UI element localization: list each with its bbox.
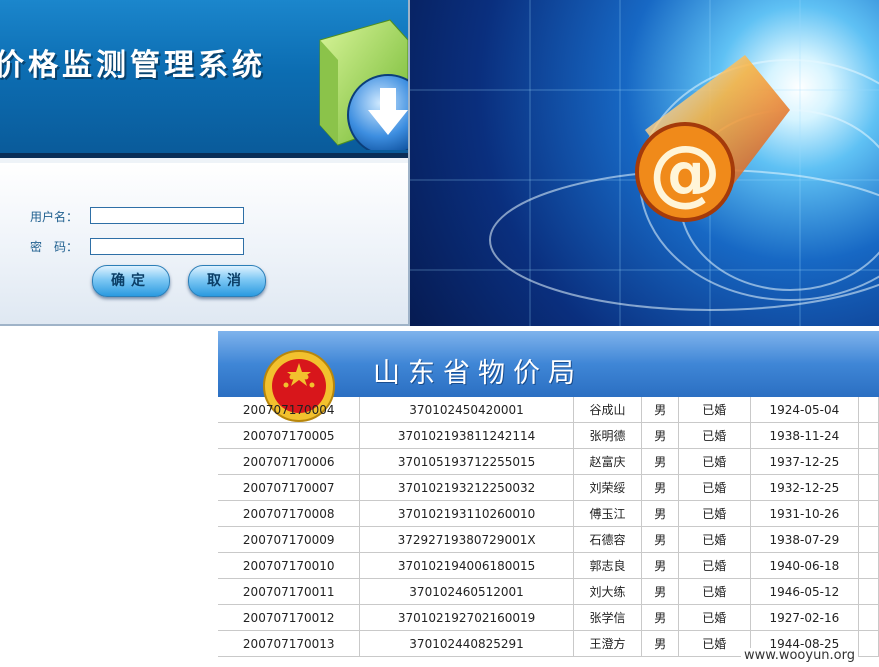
marital-status-cell: 已婚 [678, 578, 751, 605]
id-number-cell: 370102193811242114 [359, 422, 574, 449]
id-number-cell: 370102440825291 [359, 630, 574, 657]
birth-date-cell: 1924-05-04 [750, 397, 860, 423]
id-number-cell: 370102192702160019 [359, 604, 574, 631]
name-cell: 郭志良 [573, 552, 643, 579]
id-number-cell: 370102460512001 [359, 578, 574, 605]
system-title: 价格监测管理系统 [0, 48, 266, 83]
gender-cell: 男 [641, 397, 680, 423]
id-number-cell: 370102194006180015 [359, 552, 574, 579]
marital-status-cell: 已婚 [678, 526, 751, 553]
table-row: 200707170004 370102450420001 谷成山男已婚 1924-05… [218, 397, 879, 423]
marital-status-cell: 已婚 [678, 397, 751, 423]
table-row: 200707170006 370105193712255015 赵富庆男已婚 1937… [218, 448, 879, 475]
name-cell: 刘荣绥 [573, 474, 643, 501]
birth-date-cell: 1932-12-25 [750, 474, 860, 501]
table-row: 200707170007 370102193212250032 刘荣绥男已婚 1932… [218, 474, 879, 501]
name-cell: 王澄方 [573, 630, 643, 657]
table-row: 200707170010 370102194006180015 郭志良男已婚 1940… [218, 552, 879, 579]
login-form: 用户名： 密 码： 确定 取消 [0, 163, 408, 324]
record-id-cell: 200707170007 [218, 474, 361, 501]
empty-cell [858, 630, 879, 657]
gender-cell: 男 [641, 500, 680, 527]
cancel-button[interactable]: 取消 [188, 265, 266, 297]
record-id-cell: 200707170013 [218, 630, 361, 657]
svg-text:@: @ [649, 130, 721, 214]
empty-cell [858, 526, 879, 553]
gender-cell: 男 [641, 474, 680, 501]
empty-cell [858, 500, 879, 527]
name-cell: 傅玉江 [573, 500, 643, 527]
record-id-cell: 200707170012 [218, 604, 361, 631]
table-row: 200707170012 370102192702160019 张学信男已婚 1927… [218, 604, 879, 631]
birth-date-cell: 1946-05-12 [750, 578, 860, 605]
name-cell: 张学信 [573, 604, 643, 631]
birth-date-cell: 1940-06-18 [750, 552, 860, 579]
record-id-cell: 200707170009 [218, 526, 361, 553]
bureau-title: 山东省物价局 [373, 358, 583, 389]
marital-status-cell: 已婚 [678, 630, 751, 657]
table-row: 200707170009 37292719380729001X 石德容男已婚 1938… [218, 526, 879, 553]
empty-cell [858, 397, 879, 423]
birth-date-cell: 1931-10-26 [750, 500, 860, 527]
decorative-background: @ [410, 0, 879, 326]
birth-date-cell: 1937-12-25 [750, 448, 860, 475]
table-row: 200707170008 370102193110260010 傅玉江男已婚 1931… [218, 500, 879, 527]
username-label: 用户名： [30, 210, 79, 224]
at-sign-icon: @ [635, 122, 735, 222]
gender-cell: 男 [641, 448, 680, 475]
gender-cell: 男 [641, 422, 680, 449]
marital-status-cell: 已婚 [678, 604, 751, 631]
birth-date-cell: 1938-07-29 [750, 526, 860, 553]
confirm-button[interactable]: 确定 [92, 265, 170, 297]
id-number-cell: 370105193712255015 [359, 448, 574, 475]
name-cell: 谷成山 [573, 397, 643, 423]
birth-date-cell: 1927-02-16 [750, 604, 860, 631]
gender-cell: 男 [641, 552, 680, 579]
record-id-cell: 200707170006 [218, 448, 361, 475]
username-input[interactable] [90, 207, 244, 224]
empty-cell [858, 422, 879, 449]
empty-cell [858, 578, 879, 605]
records-table: 200707170004 370102450420001 谷成山男已婚 1924-05… [218, 397, 879, 657]
marital-status-cell: 已婚 [678, 500, 751, 527]
empty-cell [858, 552, 879, 579]
id-number-cell: 370102193110260010 [359, 500, 574, 527]
marital-status-cell: 已婚 [678, 552, 751, 579]
password-input[interactable] [90, 238, 244, 255]
name-cell: 石德容 [573, 526, 643, 553]
watermark-text: www.wooyun.org [741, 648, 859, 663]
gender-cell: 男 [641, 604, 680, 631]
record-id-cell: 200707170011 [218, 578, 361, 605]
table-row: 200707170011 370102460512001 刘大练男已婚 1946-05… [218, 578, 879, 605]
empty-cell [858, 474, 879, 501]
login-window: 价格监测管理系统 用户名： 密 码： 确定 取消 [0, 0, 410, 326]
bureau-panel: 山东省物价局 200707170004 370102450420001 谷成山男已婚… [218, 331, 879, 667]
name-cell: 张明德 [573, 422, 643, 449]
marital-status-cell: 已婚 [678, 474, 751, 501]
id-number-cell: 370102450420001 [359, 397, 574, 423]
record-id-cell: 200707170008 [218, 500, 361, 527]
birth-date-cell: 1938-11-24 [750, 422, 860, 449]
record-id-cell: 200707170004 [218, 397, 361, 423]
id-number-cell: 370102193212250032 [359, 474, 574, 501]
password-label: 密 码： [30, 240, 79, 254]
record-id-cell: 200707170010 [218, 552, 361, 579]
gender-cell: 男 [641, 526, 680, 553]
id-number-cell: 37292719380729001X [359, 526, 574, 553]
empty-cell [858, 448, 879, 475]
empty-cell [858, 604, 879, 631]
login-banner: 价格监测管理系统 [0, 0, 408, 158]
bureau-banner: 山东省物价局 [218, 331, 879, 422]
name-cell: 刘大练 [573, 578, 643, 605]
gender-cell: 男 [641, 630, 680, 657]
background-art: @ [410, 0, 879, 326]
marital-status-cell: 已婚 [678, 422, 751, 449]
table-row: 200707170005 370102193811242114 张明德男已婚 1938… [218, 422, 879, 449]
record-id-cell: 200707170005 [218, 422, 361, 449]
marital-status-cell: 已婚 [678, 448, 751, 475]
name-cell: 赵富庆 [573, 448, 643, 475]
gender-cell: 男 [641, 578, 680, 605]
folder-download-icon [319, 19, 408, 150]
